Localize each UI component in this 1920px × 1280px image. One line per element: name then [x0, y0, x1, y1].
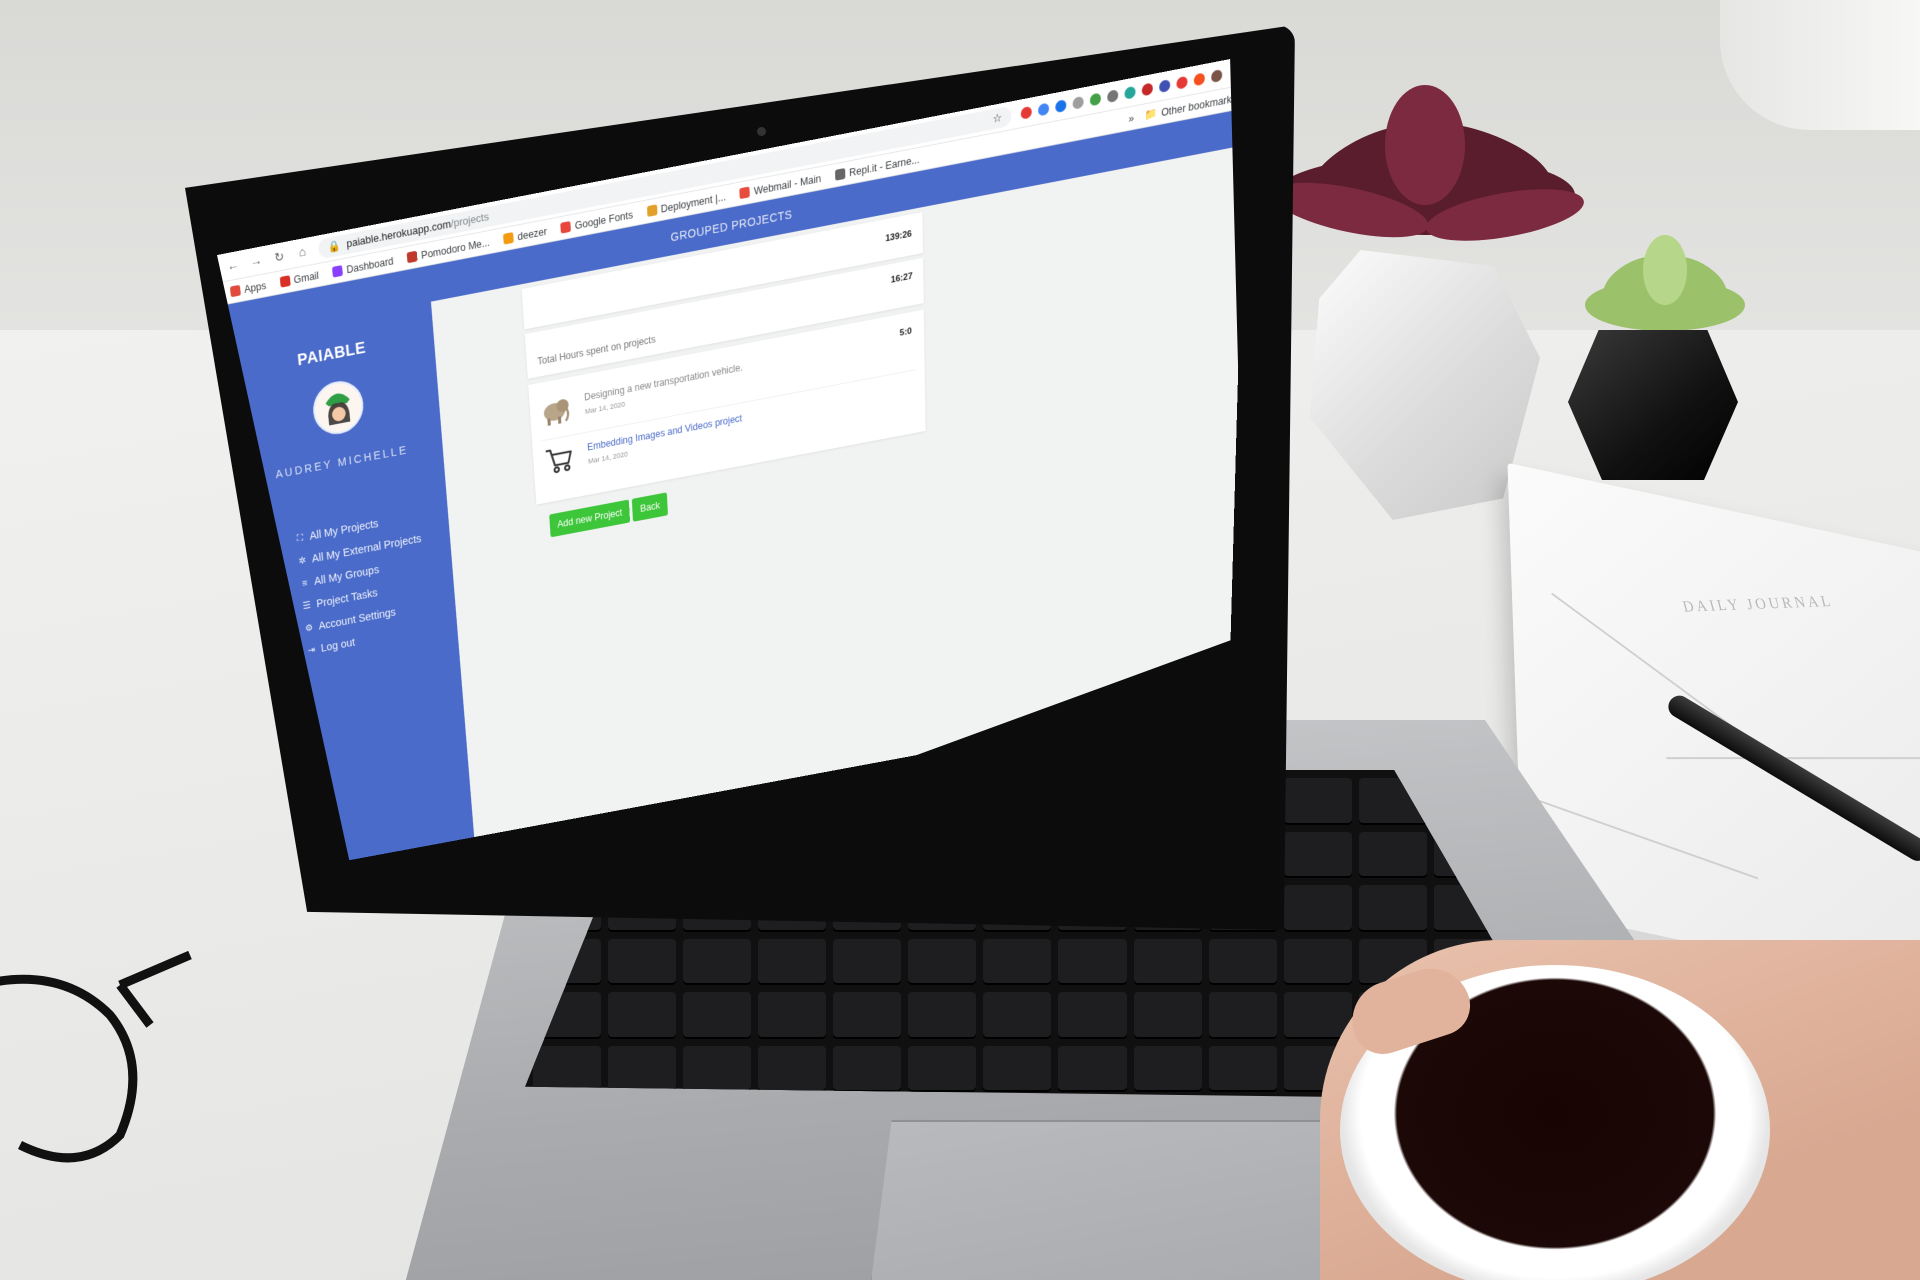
- keyboard-key: [1209, 939, 1277, 986]
- keyboard-key: [1209, 992, 1277, 1039]
- add-new-project-button[interactable]: Add new Project: [549, 499, 630, 537]
- bookmark-label: deezer: [517, 225, 547, 242]
- project-diagram-icon: ⛶: [294, 531, 306, 544]
- bookmark-favicon-icon: [407, 251, 418, 264]
- extension-icon[interactable]: [1194, 72, 1205, 86]
- extension-icon[interactable]: [1038, 102, 1049, 116]
- keyboard-key: [1058, 939, 1126, 986]
- keyboard-key: [983, 992, 1051, 1039]
- back-arrow-icon[interactable]: ←: [225, 257, 240, 274]
- bookmark-favicon-icon: [835, 168, 845, 181]
- black-geometric-pot: [1568, 330, 1738, 480]
- shopping-cart-icon: [542, 440, 577, 480]
- keyboard-key: [1284, 992, 1352, 1039]
- keyboard-key: [608, 939, 676, 986]
- sidebar-menu: ⛶ All My Projects ✲ All My External Project…: [294, 504, 430, 662]
- bookmark-item[interactable]: deezer: [503, 225, 547, 245]
- tasks-list-icon: ☰: [301, 599, 312, 611]
- bookmark-favicon-icon: [230, 285, 241, 297]
- lock-icon: 🔒: [327, 238, 341, 254]
- keyboard-key: [833, 939, 901, 986]
- keyboard-key: [908, 939, 976, 986]
- hours-summary-label: Total Hours spent on projects: [537, 333, 656, 367]
- keyboard-key: [1134, 1046, 1202, 1093]
- brand-logo[interactable]: PAIABLE: [229, 326, 434, 383]
- overflow-chevron-icon[interactable]: »: [1129, 112, 1135, 125]
- back-button[interactable]: Back: [632, 492, 668, 521]
- keyboard-key: [1284, 939, 1352, 986]
- bookmark-label: Apps: [244, 279, 267, 295]
- extension-icon[interactable]: [1142, 82, 1153, 96]
- extension-icon[interactable]: [1176, 75, 1187, 89]
- keyboard-key: [533, 1046, 601, 1093]
- extension-icon[interactable]: [1055, 99, 1066, 113]
- total-hours-value: 139:26: [885, 229, 912, 244]
- keyboard-key: [683, 1046, 751, 1093]
- keyboard-key: [608, 1046, 676, 1093]
- url-path: /projects: [450, 210, 489, 230]
- sign-out-icon: ⇥: [306, 644, 317, 656]
- action-buttons: Add new Project Back: [549, 492, 668, 537]
- hours-summary-value: 16:27: [891, 271, 913, 285]
- keyboard-key: [833, 1046, 901, 1093]
- eyeglasses: [0, 945, 200, 1175]
- avatar-illustration: [313, 380, 363, 436]
- keyboard-key: [908, 1046, 976, 1093]
- extension-icon[interactable]: [1021, 105, 1032, 119]
- keyboard-key: [1284, 778, 1352, 825]
- extension-icon[interactable]: [1107, 89, 1118, 103]
- avatar[interactable]: [311, 377, 366, 438]
- sidebar-item-label: Log out: [320, 636, 355, 654]
- star-icon[interactable]: ☆: [993, 110, 1002, 125]
- bookmark-label: Gmail: [293, 269, 319, 285]
- keyboard-key: [833, 992, 901, 1039]
- keyboard-key: [758, 992, 826, 1039]
- forward-arrow-icon[interactable]: →: [249, 253, 264, 270]
- keyboard-key: [1359, 885, 1427, 932]
- keyboard-key: [1058, 992, 1126, 1039]
- bookmark-favicon-icon: [332, 265, 343, 278]
- layers-icon: ≡: [299, 577, 310, 589]
- user-name: AUDREY MICHELLE: [241, 437, 443, 488]
- keyboard-key: [983, 1046, 1051, 1093]
- keyboard-key: [608, 992, 676, 1039]
- profile-avatar-icon[interactable]: [1211, 69, 1222, 83]
- external-projects-icon: ✲: [297, 554, 308, 567]
- folder-icon: 📁: [1145, 107, 1157, 122]
- keyboard-key: [683, 992, 751, 1039]
- keyboard-key: [683, 939, 751, 986]
- project-hours: 5:0: [900, 326, 912, 338]
- webcam: [757, 127, 766, 136]
- bookmark-favicon-icon: [647, 204, 658, 217]
- gears-icon: ⚙: [303, 622, 314, 634]
- bookmark-favicon-icon: [279, 275, 290, 288]
- elephant-thumbnail: [538, 390, 573, 431]
- keyboard-key: [1058, 1046, 1126, 1093]
- extension-icon[interactable]: [1159, 79, 1170, 93]
- bookmark-item[interactable]: Apps: [230, 279, 267, 297]
- keyboard-key: [1284, 832, 1352, 879]
- keyboard-key: [1359, 832, 1427, 879]
- bookmark-favicon-icon: [561, 221, 572, 234]
- keyboard-key: [1134, 992, 1202, 1039]
- extension-icon[interactable]: [1124, 85, 1135, 99]
- keyboard-key: [1209, 1046, 1277, 1093]
- bookmark-label: Dashboard: [346, 255, 394, 276]
- bookmark-favicon-icon: [503, 232, 514, 245]
- home-icon[interactable]: ⌂: [295, 244, 310, 261]
- keyboard-key: [758, 1046, 826, 1093]
- keyboard-key: [983, 939, 1051, 986]
- bookmark-item[interactable]: Gmail: [279, 269, 319, 288]
- keyboard-key: [908, 992, 976, 1039]
- journal-title: DAILY JOURNAL: [1681, 594, 1835, 617]
- bookmark-favicon-icon: [740, 186, 751, 199]
- keyboard-key: [758, 939, 826, 986]
- extension-icon[interactable]: [1090, 92, 1101, 106]
- reload-icon[interactable]: ↻: [272, 248, 287, 265]
- keyboard-key: [1134, 939, 1202, 986]
- extension-icon[interactable]: [1073, 95, 1084, 109]
- keyboard-key: [1284, 885, 1352, 932]
